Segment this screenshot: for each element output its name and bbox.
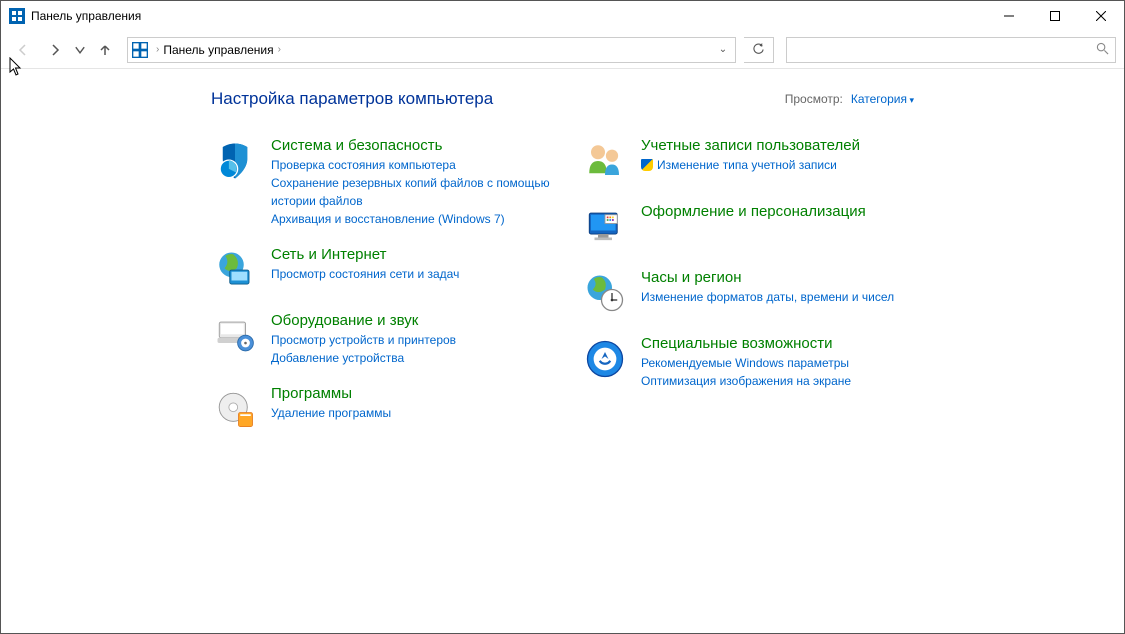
- category-link[interactable]: Рекомендуемые Windows параметры: [641, 354, 921, 372]
- search-icon[interactable]: [1096, 42, 1109, 58]
- category-item: Сеть и Интернет Просмотр состояния сети и…: [211, 246, 551, 294]
- category-item: Система и безопасность Проверка состояния…: [211, 137, 551, 228]
- category-item: Специальные возможности Рекомендуемые Win…: [581, 335, 921, 390]
- titlebar: Панель управления: [1, 1, 1124, 31]
- close-button[interactable]: [1078, 1, 1124, 31]
- category-title[interactable]: Система и безопасность: [271, 137, 551, 154]
- category-link[interactable]: Проверка состояния компьютера: [271, 156, 551, 174]
- category-link[interactable]: Просмотр устройств и принтеров: [271, 331, 551, 349]
- search-box[interactable]: [786, 37, 1116, 63]
- category-title[interactable]: Специальные возможности: [641, 335, 921, 352]
- category-title[interactable]: Учетные записи пользователей: [641, 137, 921, 154]
- category-title[interactable]: Сеть и Интернет: [271, 246, 551, 263]
- control-panel-icon: [132, 42, 148, 58]
- address-bar[interactable]: › Панель управления › ⌄: [127, 37, 736, 63]
- category-link[interactable]: Оптимизация изображения на экране: [641, 372, 921, 390]
- category-title[interactable]: Оформление и персонализация: [641, 203, 921, 220]
- toolbar: › Панель управления › ⌄: [1, 31, 1124, 69]
- shield-icon[interactable]: [211, 137, 259, 185]
- category-link[interactable]: Изменение форматов даты, времени и чисел: [641, 288, 921, 306]
- recent-dropdown[interactable]: [73, 36, 87, 64]
- search-input[interactable]: [793, 43, 1096, 57]
- users-icon[interactable]: [581, 137, 629, 185]
- category-title[interactable]: Оборудование и звук: [271, 312, 551, 329]
- clock-region-icon[interactable]: [581, 269, 629, 317]
- back-button[interactable]: [9, 36, 37, 64]
- up-button[interactable]: [91, 36, 119, 64]
- page-title: Настройка параметров компьютера: [211, 89, 493, 109]
- breadcrumb-separator[interactable]: ›: [156, 44, 159, 55]
- breadcrumb-location[interactable]: Панель управления: [163, 43, 273, 57]
- accessibility-icon[interactable]: [581, 335, 629, 383]
- content-area: Настройка параметров компьютера Просмотр…: [1, 69, 1124, 451]
- forward-button[interactable]: [41, 36, 69, 64]
- view-by-value[interactable]: Категория: [851, 92, 914, 106]
- category-link[interactable]: Просмотр состояния сети и задач: [271, 265, 551, 283]
- category-link[interactable]: Архивация и восстановление (Windows 7): [271, 210, 551, 228]
- category-link[interactable]: Добавление устройства: [271, 349, 551, 367]
- control-panel-icon: [9, 8, 25, 24]
- window-title: Панель управления: [31, 9, 141, 23]
- minimize-button[interactable]: [986, 1, 1032, 31]
- personalization-icon[interactable]: [581, 203, 629, 251]
- category-item: Учетные записи пользователей Изменение ти…: [581, 137, 921, 185]
- view-by-label: Просмотр:: [785, 92, 843, 106]
- category-item: Оборудование и звук Просмотр устройств и …: [211, 312, 551, 367]
- category-title[interactable]: Часы и регион: [641, 269, 921, 286]
- category-title[interactable]: Программы: [271, 385, 551, 402]
- category-item: Оформление и персонализация: [581, 203, 921, 251]
- refresh-button[interactable]: [744, 37, 774, 63]
- programs-icon[interactable]: [211, 385, 259, 433]
- category-link[interactable]: Сохранение резервных копий файлов с помо…: [271, 174, 551, 210]
- category-item: Программы Удаление программы: [211, 385, 551, 433]
- maximize-button[interactable]: [1032, 1, 1078, 31]
- category-link[interactable]: Изменение типа учетной записи: [641, 156, 921, 174]
- globe-icon[interactable]: [211, 246, 259, 294]
- devices-icon[interactable]: [211, 312, 259, 360]
- category-item: Часы и регион Изменение форматов даты, вр…: [581, 269, 921, 317]
- address-dropdown[interactable]: ⌄: [715, 44, 731, 55]
- category-link[interactable]: Удаление программы: [271, 404, 551, 422]
- view-by-selector[interactable]: Просмотр: Категория: [785, 92, 914, 106]
- breadcrumb-separator[interactable]: ›: [278, 44, 281, 55]
